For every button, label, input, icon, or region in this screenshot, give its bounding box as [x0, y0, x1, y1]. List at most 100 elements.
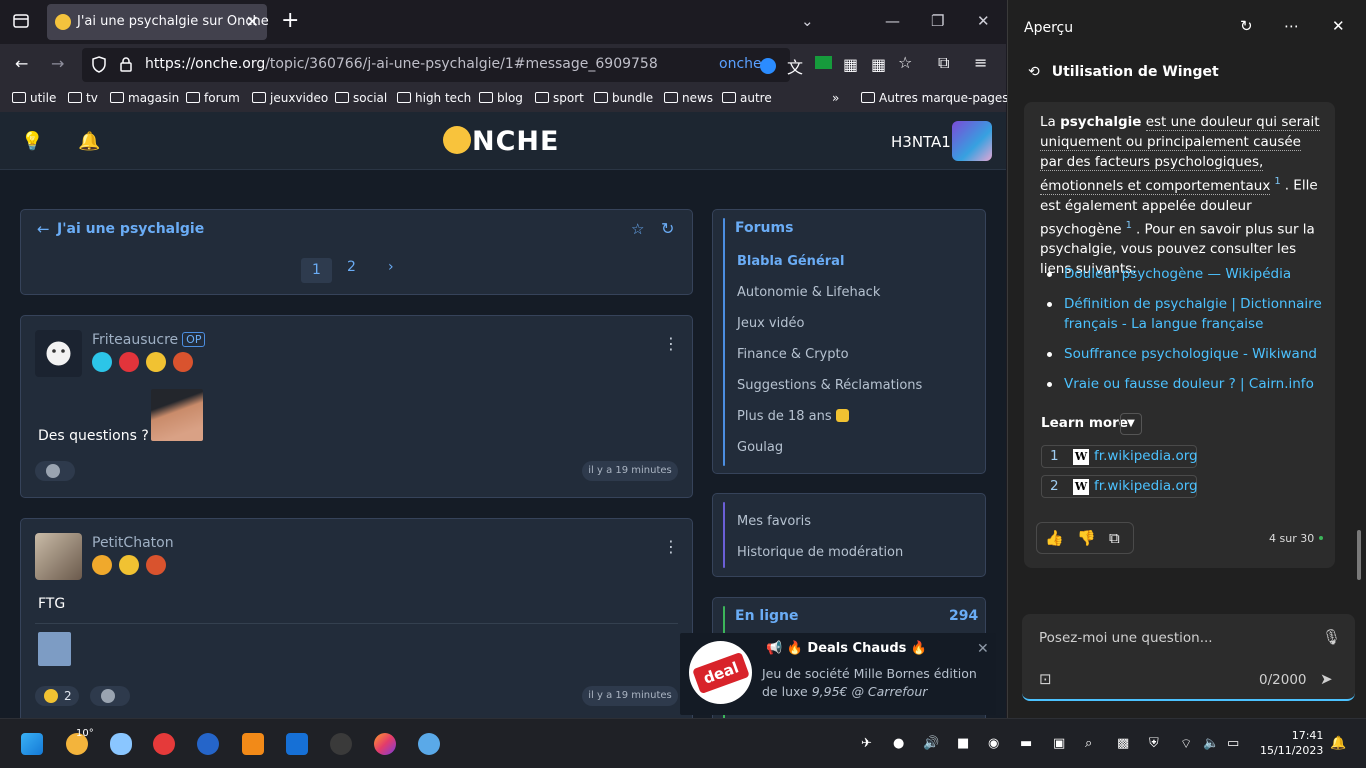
- angry-badge-icon[interactable]: [146, 555, 167, 575]
- face-badge-icon[interactable]: [119, 555, 140, 575]
- grid-icon[interactable]: ▦: [871, 55, 886, 74]
- add-reaction-button[interactable]: [90, 686, 130, 706]
- firefox-icon[interactable]: [374, 733, 396, 755]
- bell-icon[interactable]: 🔔: [78, 131, 100, 152]
- favorites-link[interactable]: Mes favoris: [737, 514, 811, 529]
- bookmark-folder[interactable]: news: [664, 91, 713, 105]
- thumbs-up-icon[interactable]: 👍: [1045, 529, 1064, 547]
- tab-list-icon[interactable]: [12, 12, 30, 34]
- next-page-icon[interactable]: ›: [388, 259, 394, 275]
- refresh-icon[interactable]: ↻: [1240, 17, 1253, 35]
- question-input[interactable]: Posez-moi une question... 🎙 ⊡ 0/2000 ➤: [1022, 614, 1355, 701]
- close-tab-icon[interactable]: ✕: [246, 12, 259, 31]
- star-badge-icon[interactable]: [92, 352, 112, 372]
- speaker-icon[interactable]: 🔈: [1203, 736, 1219, 751]
- thumbs-down-icon[interactable]: 👎: [1077, 529, 1096, 547]
- search-icon[interactable]: ⌕: [1085, 736, 1092, 751]
- scrollbar[interactable]: [1357, 530, 1361, 580]
- page-2-button[interactable]: 2: [347, 259, 356, 275]
- forward-icon[interactable]: →: [51, 54, 64, 73]
- minimize-button[interactable]: —: [885, 12, 900, 30]
- bookmark-folder[interactable]: bundle: [594, 91, 653, 105]
- microphone-icon[interactable]: 🎙: [1322, 628, 1341, 646]
- author-avatar[interactable]: [35, 533, 82, 580]
- answer-link[interactable]: Souffrance psychologique - Wikiwand: [1047, 344, 1328, 364]
- extension-dot-icon[interactable]: [760, 58, 776, 74]
- clock[interactable]: 17:41 15/11/2023: [1260, 728, 1323, 758]
- bookmark-folder[interactable]: blog: [479, 91, 523, 105]
- forum-item[interactable]: Finance & Crypto: [737, 347, 849, 362]
- app-icon[interactable]: [197, 733, 219, 755]
- reaction-pill[interactable]: 2: [35, 686, 79, 706]
- post-time[interactable]: il y a 19 minutes: [582, 461, 678, 481]
- face-badge-icon[interactable]: [146, 352, 167, 372]
- app-tray-icon[interactable]: ■: [957, 736, 969, 751]
- source-link[interactable]: 1 Wfr.wikipedia.org: [1041, 445, 1198, 468]
- shield-icon[interactable]: ⛨: [1149, 736, 1159, 751]
- more-options-icon[interactable]: ⋯: [1284, 17, 1299, 35]
- forum-item[interactable]: Goulag: [737, 440, 783, 455]
- outlook-icon[interactable]: [286, 733, 308, 755]
- forum-item[interactable]: Jeux vidéo: [737, 316, 804, 331]
- send-icon[interactable]: ➤: [1320, 670, 1333, 688]
- app-tray-icon[interactable]: ▬: [1020, 736, 1032, 751]
- bookmark-folder[interactable]: high tech: [397, 91, 471, 105]
- post-author[interactable]: PetitChaton: [92, 535, 174, 551]
- source-link[interactable]: 2 Wfr.wikipedia.org: [1041, 475, 1198, 498]
- tab-active[interactable]: J'ai une psychalgie sur Onche ✕: [47, 4, 269, 40]
- new-tab-button[interactable]: +: [281, 8, 299, 33]
- back-arrow-icon[interactable]: ←: [37, 220, 50, 238]
- wifi-icon[interactable]: ⌔: [1180, 736, 1192, 752]
- forum-item[interactable]: Autonomie & Lifehack: [737, 285, 880, 300]
- people-icon[interactable]: [418, 733, 440, 755]
- chevron-down-icon[interactable]: ▼: [1120, 413, 1142, 435]
- app-tray-icon[interactable]: ▣: [1053, 736, 1065, 751]
- post-time[interactable]: il y a 19 minutes: [582, 686, 678, 706]
- site-logo[interactable]: NCHE: [443, 126, 559, 157]
- lightbulb-icon[interactable]: 💡: [21, 131, 43, 152]
- translate-icon[interactable]: 文: [787, 54, 803, 78]
- battery-icon[interactable]: ▭: [1227, 736, 1239, 751]
- app-tray-icon[interactable]: ●: [893, 736, 904, 751]
- bookmark-folder[interactable]: sport: [535, 91, 584, 105]
- grid-icon[interactable]: ▦: [843, 55, 858, 74]
- screenshot-icon[interactable]: ⊡: [1039, 670, 1052, 688]
- volume-icon[interactable]: 🔊: [923, 736, 939, 751]
- author-avatar[interactable]: [35, 330, 82, 377]
- bookmark-folder[interactable]: social: [335, 91, 387, 105]
- notification-bell-icon[interactable]: 🔔: [1330, 736, 1346, 751]
- copy-icon[interactable]: ⧉: [1109, 529, 1120, 547]
- bookmark-folder[interactable]: forum: [186, 91, 240, 105]
- angry-badge-icon[interactable]: [173, 352, 194, 372]
- menu-icon[interactable]: ≡: [974, 53, 987, 72]
- forum-item[interactable]: Blabla Général: [737, 254, 844, 269]
- refresh-icon[interactable]: ↻: [661, 219, 674, 238]
- favorite-star-icon[interactable]: ☆: [631, 220, 644, 238]
- back-icon[interactable]: ←: [15, 54, 28, 73]
- chrome-icon[interactable]: ◉: [988, 736, 999, 751]
- url-bar[interactable]: https://onche.org/topic/360766/j-ai-une-…: [82, 48, 790, 82]
- cloud-icon[interactable]: [110, 733, 132, 755]
- bookmark-folder[interactable]: utile: [12, 91, 56, 105]
- add-reaction-button[interactable]: [35, 461, 75, 481]
- moderation-history-link[interactable]: Historique de modération: [737, 545, 903, 560]
- post-author[interactable]: Friteausucre OP: [92, 332, 206, 348]
- forum-item[interactable]: Plus de 18 ans: [737, 409, 849, 424]
- app-icon[interactable]: [153, 733, 175, 755]
- topic-title[interactable]: J'ai une psychalgie: [57, 221, 204, 237]
- star-icon[interactable]: ☆: [898, 53, 912, 72]
- user-avatar[interactable]: [952, 121, 992, 161]
- forum-item[interactable]: Suggestions & Réclamations: [737, 378, 922, 393]
- post-options-icon[interactable]: ⋮: [663, 334, 679, 353]
- extensions-icon[interactable]: ⧉: [938, 53, 949, 73]
- answer-link[interactable]: Douleur psychogène — Wikipédia: [1047, 264, 1328, 284]
- bookmark-folder[interactable]: autre: [722, 91, 772, 105]
- windows-start-icon[interactable]: [21, 733, 43, 755]
- close-sidebar-icon[interactable]: ✕: [1332, 17, 1345, 35]
- lock-icon[interactable]: [119, 56, 133, 76]
- other-bookmarks[interactable]: Autres marque-pages: [861, 91, 1009, 105]
- telegram-icon[interactable]: ✈: [861, 736, 872, 751]
- answer-link[interactable]: Vraie ou fausse douleur ? | Cairn.info: [1047, 374, 1328, 394]
- close-notification-icon[interactable]: ✕: [977, 641, 989, 657]
- more-bookmarks-icon[interactable]: »: [832, 91, 839, 105]
